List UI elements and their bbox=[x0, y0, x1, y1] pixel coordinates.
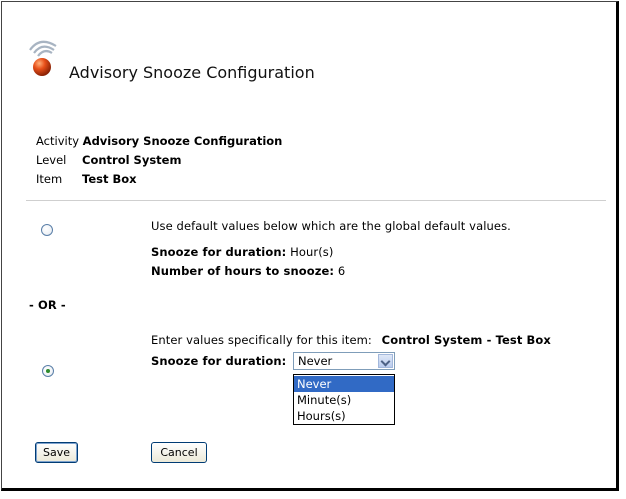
option-minutes[interactable]: Minute(s) bbox=[294, 392, 394, 408]
cancel-button[interactable]: Cancel bbox=[151, 442, 207, 463]
default-snooze-value: Hour(s) bbox=[290, 245, 334, 259]
default-hours-value: 6 bbox=[337, 264, 346, 278]
configuration-panel: Advisory Snooze Configuration Activity A… bbox=[1, 1, 619, 491]
option-never[interactable]: Never bbox=[294, 376, 394, 392]
page-title: Advisory Snooze Configuration bbox=[69, 63, 315, 82]
use-specific-radio[interactable] bbox=[42, 365, 54, 377]
specific-snooze-label: Snooze for duration: bbox=[151, 354, 287, 368]
or-separator: - OR - bbox=[29, 298, 66, 312]
info-row-item: Item Test Box bbox=[36, 172, 137, 187]
chevron-down-icon[interactable] bbox=[378, 354, 393, 368]
activity-label: Activity bbox=[36, 134, 80, 148]
info-row-activity: Activity Advisory Snooze Configuration bbox=[36, 134, 282, 149]
default-snooze-row: Snooze for duration: Hour(s) bbox=[151, 245, 333, 259]
specific-description-row: Enter values specifically for this item:… bbox=[151, 333, 551, 347]
default-description: Use default values below which are the g… bbox=[151, 219, 511, 233]
specific-item-path: Control System - Test Box bbox=[381, 333, 551, 347]
divider bbox=[26, 200, 606, 201]
item-value: Test Box bbox=[82, 172, 137, 186]
default-hours-row: Number of hours to snooze: 6 bbox=[151, 264, 345, 278]
info-row-level: Level Control System bbox=[36, 153, 181, 168]
level-value: Control System bbox=[82, 153, 182, 167]
item-label: Item bbox=[36, 172, 63, 186]
select-value: Never bbox=[298, 354, 333, 368]
default-hours-label: Number of hours to snooze: bbox=[151, 264, 335, 278]
level-label: Level bbox=[36, 153, 67, 167]
activity-value: Advisory Snooze Configuration bbox=[82, 134, 283, 148]
snooze-duration-options: Never Minute(s) Hours(s) bbox=[293, 374, 395, 425]
save-button[interactable]: Save bbox=[35, 442, 78, 463]
use-default-radio[interactable] bbox=[41, 224, 53, 236]
option-hours[interactable]: Hours(s) bbox=[294, 408, 394, 424]
snooze-duration-select[interactable]: Never bbox=[293, 352, 395, 370]
advisory-signal-icon bbox=[29, 40, 57, 76]
specific-description: Enter values specifically for this item: bbox=[151, 333, 372, 347]
default-snooze-label: Snooze for duration: bbox=[151, 245, 287, 259]
